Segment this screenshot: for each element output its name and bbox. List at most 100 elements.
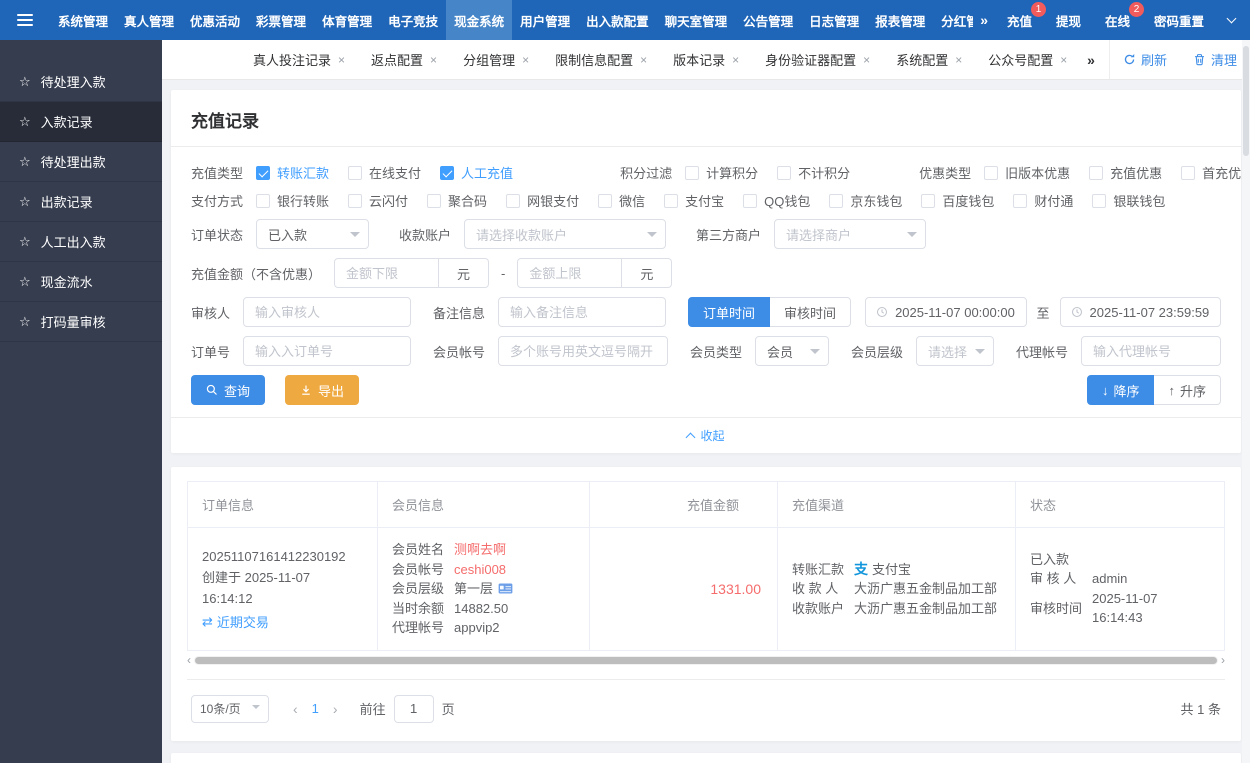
sidebar-item-deposit-records[interactable]: ☆ 入款记录 xyxy=(0,102,162,142)
tab-official-account-config[interactable]: 公众号配置 × xyxy=(975,50,1073,69)
export-button[interactable]: 导出 xyxy=(285,375,360,405)
checkbox-tenpay[interactable]: 财付通 xyxy=(1013,191,1073,210)
checkbox-wechat[interactable]: 微信 xyxy=(598,191,645,210)
chevron-down-icon[interactable] xyxy=(1216,0,1247,40)
remark-input[interactable] xyxy=(498,297,667,327)
checkbox-online-pay[interactable]: 在线支付 xyxy=(348,163,421,182)
next-page-button[interactable]: › xyxy=(323,701,348,717)
tab-system-config[interactable]: 系统配置 × xyxy=(883,50,975,69)
member-account: ceshi008 xyxy=(454,561,507,577)
close-icon[interactable]: × xyxy=(640,53,647,67)
nav-overflow-icon[interactable]: » xyxy=(973,0,995,40)
prev-page-button[interactable]: ‹ xyxy=(283,701,308,717)
member-account-input[interactable] xyxy=(498,336,669,366)
sidebar-item-withdraw-records[interactable]: ☆ 出款记录 xyxy=(0,182,162,222)
recent-trades-link[interactable]: ⇄ 近期交易 xyxy=(202,612,269,631)
auditor-input[interactable] xyxy=(243,297,412,327)
member-type-select[interactable]: 会员 xyxy=(755,336,829,366)
checkbox-bank-transfer[interactable]: 银行转账 xyxy=(256,191,329,210)
clean-button[interactable]: 清理 xyxy=(1180,50,1250,69)
close-icon[interactable]: × xyxy=(732,53,739,67)
tab-group-manage[interactable]: 分组管理 × xyxy=(450,50,542,69)
checkbox-ebank[interactable]: 网银支付 xyxy=(506,191,579,210)
nav-item-inout-config[interactable]: 出入款配置 xyxy=(578,0,657,40)
order-time-button[interactable]: 订单时间 xyxy=(688,297,771,327)
checkbox-baidu-wallet[interactable]: 百度钱包 xyxy=(921,191,994,210)
checkbox-aggregate-code[interactable]: 聚合码 xyxy=(427,191,487,210)
sort-asc-button[interactable]: ↑ 升序 xyxy=(1154,375,1221,405)
nav-item-lottery[interactable]: 彩票管理 xyxy=(248,0,314,40)
nav-item-announce[interactable]: 公告管理 xyxy=(735,0,801,40)
sort-desc-button[interactable]: ↓ 降序 xyxy=(1086,375,1155,405)
collapse-filters-link[interactable]: 收起 xyxy=(171,417,1241,453)
page-size-select[interactable]: 10条/页 xyxy=(191,694,269,723)
quick-password-reset[interactable]: 密码重置 xyxy=(1142,0,1216,40)
nav-item-chatroom[interactable]: 聊天室管理 xyxy=(657,0,736,40)
checkbox-alipay[interactable]: 支付宝 xyxy=(664,191,724,210)
amount-max-input[interactable] xyxy=(517,258,623,288)
checkbox-jd-wallet[interactable]: 京东钱包 xyxy=(829,191,902,210)
page-scrollbar-thumb[interactable] xyxy=(1243,46,1249,156)
order-status-select[interactable]: 已入款 xyxy=(256,219,370,249)
third-party-select[interactable]: 请选择商户 xyxy=(774,219,927,249)
date-end-input[interactable]: 2025-11-07 23:59:59 xyxy=(1059,297,1221,327)
checkbox-unionpay-wallet[interactable]: 银联钱包 xyxy=(1092,191,1165,210)
scrollbar-thumb[interactable] xyxy=(195,656,1217,664)
page-number[interactable]: 1 xyxy=(308,701,323,716)
nav-item-promo[interactable]: 优惠活动 xyxy=(182,0,248,40)
checkbox-recharge-promo[interactable]: 充值优惠 xyxy=(1089,163,1162,182)
scroll-left-arrow[interactable]: ‹ xyxy=(187,653,191,667)
close-icon[interactable]: × xyxy=(1060,53,1067,67)
sidebar-item-manual-inout[interactable]: ☆ 人工出入款 xyxy=(0,222,162,262)
nav-item-sports[interactable]: 体育管理 xyxy=(314,0,380,40)
nav-item-dividend[interactable]: 分红管 xyxy=(933,0,973,40)
tab-authenticator-config[interactable]: 身份验证器配置 × xyxy=(752,50,883,69)
nav-item-esports[interactable]: 电子竞技 xyxy=(380,0,446,40)
nav-item-logs[interactable]: 日志管理 xyxy=(801,0,867,40)
tab-rebate-config[interactable]: 返点配置 × xyxy=(358,50,450,69)
checkbox-qq-wallet[interactable]: QQ钱包 xyxy=(743,191,810,210)
checkbox-unionpay-quick[interactable]: 云闪付 xyxy=(348,191,408,210)
quick-withdraw[interactable]: 提现 xyxy=(1044,0,1093,40)
checkbox-transfer[interactable]: 转账汇款 xyxy=(256,163,329,182)
close-icon[interactable]: × xyxy=(863,53,870,67)
amount-min-input[interactable] xyxy=(334,258,440,288)
tab-restrict-config[interactable]: 限制信息配置 × xyxy=(542,50,660,69)
sidebar-item-turnover-audit[interactable]: ☆ 打码量审核 xyxy=(0,302,162,342)
goto-page-input[interactable] xyxy=(393,694,434,723)
nav-item-users[interactable]: 用户管理 xyxy=(512,0,578,40)
refresh-button[interactable]: 刷新 xyxy=(1110,50,1180,69)
nav-item-live[interactable]: 真人管理 xyxy=(116,0,182,40)
checkbox-manual-recharge[interactable]: 人工充值 xyxy=(440,163,513,182)
quick-recharge[interactable]: 充值 1 xyxy=(995,0,1047,40)
close-icon[interactable]: × xyxy=(522,53,529,67)
close-icon[interactable]: × xyxy=(955,53,962,67)
sidebar-item-pending-deposit[interactable]: ☆ 待处理入款 xyxy=(0,62,162,102)
date-start-input[interactable]: 2025-11-07 00:00:00 xyxy=(865,297,1027,327)
sidebar-item-pending-withdraw[interactable]: ☆ 待处理出款 xyxy=(0,142,162,182)
audit-time-button[interactable]: 审核时间 xyxy=(770,297,852,327)
nav-item-cash[interactable]: 现金系统 xyxy=(446,0,513,40)
agent-account-input[interactable] xyxy=(1081,336,1221,366)
checkbox-first-recharge-promo[interactable]: 首充优惠 xyxy=(1181,163,1250,182)
payee-account-select[interactable]: 请选择收款账户 xyxy=(464,219,667,249)
scroll-right-arrow[interactable]: › xyxy=(1221,653,1225,667)
nav-item-reports[interactable]: 报表管理 xyxy=(867,0,933,40)
order-no-input[interactable] xyxy=(243,336,412,366)
member-level-select[interactable]: 请选择 xyxy=(915,336,994,366)
nav-item-system[interactable]: 系统管理 xyxy=(50,0,116,40)
search-button[interactable]: 查询 xyxy=(191,375,266,405)
tab-version-records[interactable]: 版本记录 × xyxy=(660,50,752,69)
sidebar-item-cash-flow[interactable]: ☆ 现金流水 xyxy=(0,262,162,302)
checkbox-no-points[interactable]: 不计积分 xyxy=(777,163,850,182)
checkbox-old-promo[interactable]: 旧版本优惠 xyxy=(984,163,1070,182)
tabs-overflow-icon[interactable]: » xyxy=(1073,52,1109,68)
id-card-icon[interactable] xyxy=(498,583,513,594)
close-icon[interactable]: × xyxy=(430,53,437,67)
checkbox-count-points[interactable]: 计算积分 xyxy=(685,163,758,182)
menu-toggle-icon[interactable] xyxy=(0,0,50,40)
order-created: 创建于 2025-11-07 16:14:12 xyxy=(202,570,311,607)
quick-online[interactable]: 在线 2 xyxy=(1093,0,1145,40)
tab-live-bets[interactable]: 真人投注记录 × xyxy=(240,50,358,69)
close-icon[interactable]: × xyxy=(338,53,345,67)
